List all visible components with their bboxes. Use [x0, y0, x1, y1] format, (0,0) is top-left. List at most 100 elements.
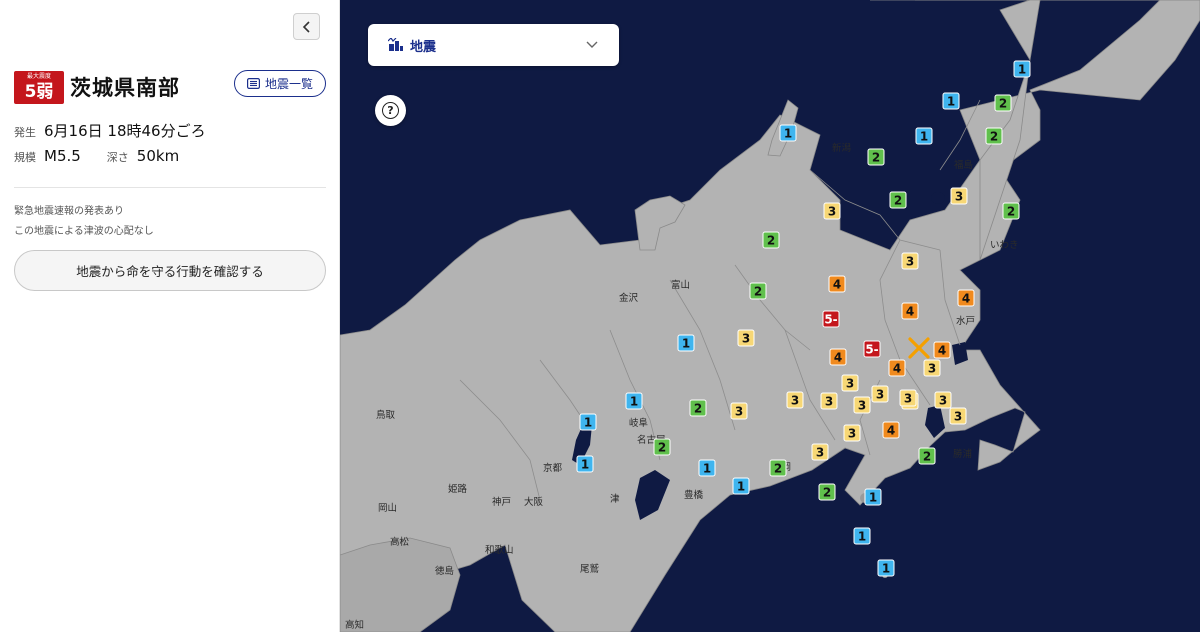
intensity-marker[interactable]: 3 [871, 385, 889, 403]
svg-text:2: 2 [754, 285, 762, 299]
svg-text:1: 1 [682, 337, 690, 351]
city-label-tokushima: 徳島 [435, 565, 454, 577]
intensity-marker[interactable]: 2 [762, 231, 780, 249]
intensity-marker[interactable]: 2 [1002, 202, 1020, 220]
intensity-marker[interactable]: 2 [889, 191, 907, 209]
intensity-marker[interactable]: 2 [749, 282, 767, 300]
svg-text:1: 1 [703, 462, 711, 476]
svg-text:3: 3 [904, 392, 912, 406]
intensity-marker[interactable]: 1 [732, 477, 750, 495]
map-canvas[interactable]: 新潟 福島 いわき 水戸 富山 金沢 岐阜 名古屋 豊橋 静岡 津 京都 大阪 … [340, 0, 1200, 632]
svg-text:2: 2 [658, 441, 666, 455]
intensity-marker[interactable]: 1 [942, 92, 960, 110]
intensity-marker[interactable]: 1 [1013, 60, 1031, 78]
intensity-marker[interactable]: 4 [888, 359, 906, 377]
intensity-marker[interactable]: 3 [949, 407, 967, 425]
svg-text:4: 4 [906, 305, 914, 319]
intensity-marker[interactable]: 5- [822, 310, 840, 328]
intensity-marker[interactable]: 2 [818, 483, 836, 501]
intensity-marker[interactable]: 3 [899, 389, 917, 407]
intensity-marker[interactable]: 3 [737, 329, 755, 347]
safety-action-label: 地震から命を守る行動を確認する [76, 264, 264, 279]
help-button[interactable]: ? [375, 95, 406, 126]
safety-action-button[interactable]: 地震から命を守る行動を確認する [14, 250, 326, 291]
intensity-marker[interactable]: 2 [653, 438, 671, 456]
intensity-marker[interactable]: 2 [769, 459, 787, 477]
intensity-marker[interactable]: 4 [933, 341, 951, 359]
intensity-marker[interactable]: 3 [820, 392, 838, 410]
city-label-kanazawa: 金沢 [619, 292, 639, 304]
max-intensity-caption: 最大震度 [26, 73, 51, 80]
svg-text:2: 2 [774, 462, 782, 476]
magnitude-depth-row: 規模 M5.5 深さ 50km [14, 147, 205, 165]
landmass-honshu [340, 0, 1200, 632]
svg-text:2: 2 [694, 402, 702, 416]
svg-text:4: 4 [938, 344, 946, 358]
svg-text:1: 1 [630, 395, 638, 409]
intensity-marker[interactable]: 1 [915, 127, 933, 145]
intensity-marker[interactable]: 3 [934, 391, 952, 409]
city-label-mito: 水戸 [956, 315, 975, 327]
intensity-marker[interactable]: 2 [985, 127, 1003, 145]
intensity-marker[interactable]: 1 [864, 488, 882, 506]
intensity-marker[interactable]: 5- [863, 340, 881, 358]
intensity-marker[interactable]: 3 [853, 396, 871, 414]
city-label-toyama: 富山 [671, 279, 690, 291]
city-label-kyoto: 京都 [543, 462, 563, 474]
tsunami-note: この地震による津波の心配なし [14, 226, 154, 237]
city-label-fukushima: 福島 [954, 159, 973, 171]
intensity-marker[interactable]: 2 [689, 399, 707, 417]
intensity-marker[interactable]: 3 [841, 374, 859, 392]
intensity-marker[interactable]: 3 [823, 202, 841, 220]
intensity-marker[interactable]: 3 [843, 424, 861, 442]
intensity-marker[interactable]: 4 [882, 421, 900, 439]
chevron-left-icon [302, 20, 310, 33]
intensity-marker[interactable]: 2 [994, 94, 1012, 112]
collapse-sidebar-button[interactable] [293, 13, 320, 40]
svg-text:1: 1 [737, 480, 745, 494]
magnitude-label: 規模 [14, 151, 36, 164]
sidebar: 最大震度 5弱 茨城県南部 地震一覧 発生 6月16日 18時46分ごろ 規模 … [0, 0, 340, 632]
intensity-marker[interactable]: 3 [811, 443, 829, 461]
max-intensity-badge: 最大震度 5弱 [14, 71, 64, 104]
intensity-marker[interactable]: 2 [867, 148, 885, 166]
svg-text:3: 3 [828, 205, 836, 219]
city-label-tottori: 鳥取 [376, 409, 396, 421]
intensity-marker[interactable]: 1 [698, 459, 716, 477]
intensity-marker[interactable]: 2 [918, 447, 936, 465]
intensity-marker[interactable]: 1 [779, 124, 797, 142]
svg-text:4: 4 [893, 362, 901, 376]
intensity-marker[interactable]: 4 [957, 289, 975, 307]
city-label-katsuura: 勝浦 [953, 448, 973, 460]
earthquake-list-button[interactable]: 地震一覧 [234, 70, 326, 97]
intensity-marker[interactable]: 3 [786, 391, 804, 409]
intensity-marker[interactable]: 3 [923, 359, 941, 377]
seismic-intensity-map[interactable]: 新潟 福島 いわき 水戸 富山 金沢 岐阜 名古屋 豊橋 静岡 津 京都 大阪 … [340, 0, 1200, 632]
intensity-marker[interactable]: 3 [730, 402, 748, 420]
intensity-marker[interactable]: 1 [877, 559, 895, 577]
svg-text:3: 3 [735, 405, 743, 419]
intensity-marker[interactable]: 3 [950, 187, 968, 205]
map-layer-select[interactable]: 地震 [368, 24, 619, 66]
chevron-down-icon [586, 41, 598, 48]
svg-text:3: 3 [858, 399, 866, 413]
city-label-gifu: 岐阜 [629, 417, 648, 429]
landmass-shikoku [340, 537, 461, 632]
intensity-marker[interactable]: 1 [625, 392, 643, 410]
svg-text:3: 3 [906, 255, 914, 269]
intensity-marker[interactable]: 1 [576, 455, 594, 473]
intensity-marker[interactable]: 1 [677, 334, 695, 352]
intensity-marker[interactable]: 4 [829, 348, 847, 366]
city-label-toyohashi: 豊橋 [684, 489, 704, 501]
svg-text:4: 4 [833, 278, 841, 292]
intensity-marker[interactable]: 1 [579, 413, 597, 431]
svg-text:2: 2 [872, 151, 880, 165]
svg-text:1: 1 [581, 458, 589, 472]
intensity-marker[interactable]: 4 [901, 302, 919, 320]
svg-text:2: 2 [1007, 205, 1015, 219]
intensity-marker[interactable]: 3 [901, 252, 919, 270]
intensity-marker[interactable]: 1 [853, 527, 871, 545]
intensity-marker[interactable]: 4 [828, 275, 846, 293]
svg-text:1: 1 [858, 530, 866, 544]
svg-text:3: 3 [876, 388, 884, 402]
